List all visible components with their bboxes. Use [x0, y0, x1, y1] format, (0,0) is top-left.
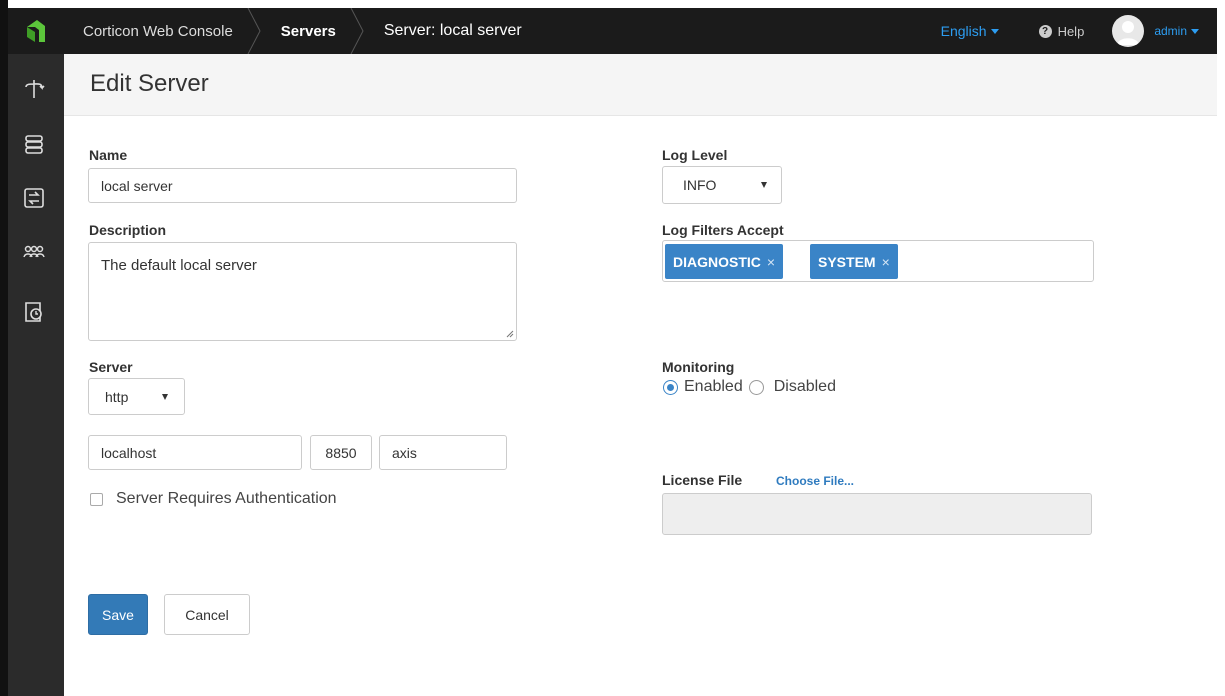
help-link[interactable]: ? Help — [1038, 23, 1085, 39]
name-label: Name — [89, 147, 128, 163]
port-field[interactable]: 8850 — [310, 435, 372, 470]
dropdown-arrow-icon — [761, 182, 767, 188]
monitoring-disabled-radio[interactable] — [748, 379, 764, 395]
breadcrumb-current-server: Server: local server — [364, 8, 550, 54]
breadcrumb-separator-icon — [247, 8, 261, 54]
monitoring-enabled-radio[interactable] — [663, 379, 678, 395]
monitoring-radio-group: Enabled Disabled — [663, 378, 836, 396]
log-filters-label: Log Filters Accept — [662, 222, 784, 238]
question-icon: ? — [1038, 24, 1052, 38]
app-logo-icon[interactable] — [8, 8, 63, 54]
name-field[interactable]: local server — [88, 168, 517, 203]
log-level-select[interactable]: INFO — [662, 166, 782, 204]
auth-label: Server Requires Authentication — [116, 490, 337, 507]
tag-label: DIAGNOSTIC — [673, 253, 761, 270]
host-value: localhost — [101, 444, 157, 461]
protocol-value: http — [105, 388, 129, 405]
chevron-down-icon — [990, 28, 999, 34]
breadcrumb-current-label: Server: local server — [383, 22, 522, 39]
description-label: Description — [89, 222, 167, 238]
breadcrumb-console[interactable]: Corticon Web Console — [63, 8, 261, 54]
tag-label: SYSTEM — [818, 253, 876, 270]
description-textarea[interactable]: The default local server — [88, 242, 517, 341]
description-value: The default local server — [101, 257, 257, 274]
top-navbar: Corticon Web Console Servers Server: loc… — [8, 8, 1217, 54]
server-label: Server — [89, 359, 133, 375]
path-value: axis — [392, 444, 417, 461]
breadcrumb-separator-icon — [350, 8, 364, 54]
log-level-label: Log Level — [662, 147, 728, 163]
language-dropdown[interactable]: English — [941, 23, 999, 39]
resize-handle-icon[interactable] — [506, 330, 514, 338]
language-label: English — [940, 23, 987, 39]
protocol-select[interactable]: http — [88, 378, 185, 415]
breadcrumb-servers-label: Servers — [280, 22, 336, 40]
monitoring-enabled-label: Enabled — [684, 378, 743, 395]
sidebar-deployments-icon[interactable] — [20, 184, 48, 212]
close-icon[interactable]: × — [767, 254, 775, 270]
choose-file-link[interactable]: Choose File... — [776, 474, 854, 488]
tag-system[interactable]: SYSTEM × — [810, 244, 898, 279]
sidebar-servers-icon[interactable] — [20, 130, 48, 158]
sidebar-users-icon[interactable] — [20, 238, 48, 266]
sidebar — [8, 54, 64, 696]
license-file-field — [662, 493, 1092, 535]
window-edge — [0, 0, 8, 696]
dropdown-arrow-icon — [162, 393, 168, 400]
sidebar-decisions-icon[interactable] — [20, 74, 48, 102]
breadcrumb-servers[interactable]: Servers — [261, 8, 364, 54]
user-icon — [1117, 21, 1140, 45]
avatar[interactable] — [1112, 15, 1145, 47]
license-label: License File — [662, 472, 743, 488]
tag-diagnostic[interactable]: DIAGNOSTIC × — [665, 244, 784, 279]
log-level-value: INFO — [683, 177, 717, 193]
close-icon[interactable]: × — [882, 254, 890, 270]
breadcrumb-console-label: Corticon Web Console — [83, 22, 233, 40]
log-filters-input[interactable]: DIAGNOSTIC × SYSTEM × — [662, 240, 1094, 282]
cancel-button[interactable]: Cancel — [164, 594, 250, 635]
page-header: Edit Server — [64, 54, 1217, 116]
user-name: admin — [1154, 24, 1187, 38]
monitoring-label: Monitoring — [662, 359, 735, 375]
help-label: Help — [1057, 23, 1085, 39]
host-field[interactable]: localhost — [88, 435, 302, 470]
name-value: local server — [101, 177, 173, 194]
save-button[interactable]: Save — [88, 594, 148, 635]
monitoring-disabled-label: Disabled — [773, 378, 836, 395]
auth-checkbox-row[interactable]: Server Requires Authentication — [90, 490, 337, 508]
user-menu[interactable]: admin — [1154, 24, 1199, 38]
page-title: Edit Server — [90, 70, 209, 97]
auth-checkbox[interactable] — [90, 492, 103, 506]
sidebar-monitoring-icon[interactable] — [20, 298, 48, 326]
port-value: 8850 — [325, 444, 357, 461]
chevron-down-icon — [1191, 28, 1199, 34]
path-field[interactable]: axis — [379, 435, 507, 470]
